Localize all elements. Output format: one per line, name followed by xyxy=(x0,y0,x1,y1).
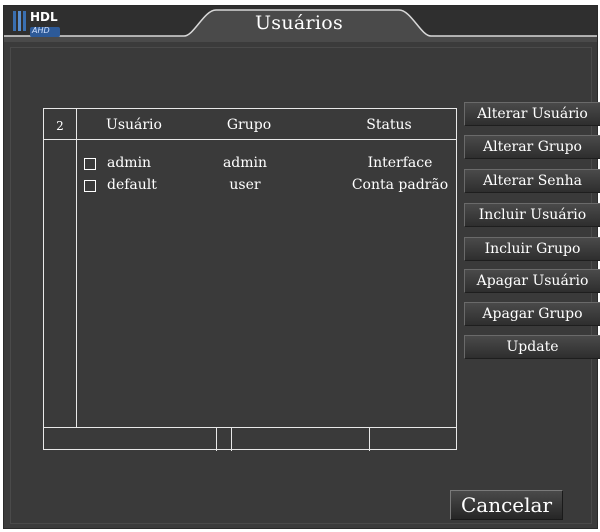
users-dialog: HDL AHD Usuários 2 Usuário Grupo Status … xyxy=(3,5,600,529)
table-row[interactable]: admin admin Interface xyxy=(80,155,450,175)
cancel-button[interactable]: Cancelar xyxy=(450,490,563,520)
row-checkbox[interactable] xyxy=(84,180,96,192)
index-column-divider xyxy=(76,109,77,427)
header-group[interactable]: Grupo xyxy=(199,117,299,133)
alter-user-button[interactable]: Alterar Usuário xyxy=(464,102,600,126)
header-status[interactable]: Status xyxy=(334,117,444,133)
header-divider xyxy=(44,139,456,140)
table-row[interactable]: default user Conta padrão xyxy=(80,177,450,197)
alter-group-button[interactable]: Alterar Grupo xyxy=(464,135,600,159)
logo-subtext: AHD xyxy=(32,26,50,35)
header-user[interactable]: Usuário xyxy=(94,117,174,133)
row-group: admin xyxy=(222,155,268,171)
delete-user-button[interactable]: Apagar Usuário xyxy=(464,269,600,293)
update-button[interactable]: Update xyxy=(464,335,600,359)
add-group-button[interactable]: Incluir Grupo xyxy=(464,237,600,261)
row-status: Conta padrão xyxy=(351,177,449,193)
row-status: Interface xyxy=(367,155,433,171)
window-title: Usuários xyxy=(254,12,344,34)
row-user: default xyxy=(107,177,157,193)
row-group: user xyxy=(229,177,261,193)
footer-divider-2 xyxy=(231,427,232,451)
row-checkbox[interactable] xyxy=(84,158,96,170)
add-user-button[interactable]: Incluir Usuário xyxy=(464,203,600,227)
footer-divider-1 xyxy=(216,427,217,451)
title-bar: HDL AHD Usuários xyxy=(4,6,597,42)
hdl-logo: HDL AHD xyxy=(13,9,103,39)
logo-text: HDL xyxy=(30,10,58,24)
users-table: 2 Usuário Grupo Status admin admin Inter… xyxy=(43,108,457,451)
header-index: 2 xyxy=(56,119,64,133)
delete-group-button[interactable]: Apagar Grupo xyxy=(464,302,600,326)
footer-divider xyxy=(44,427,456,428)
footer-divider-3 xyxy=(369,427,370,451)
row-user: admin xyxy=(107,155,152,171)
alter-password-button[interactable]: Alterar Senha xyxy=(464,169,600,193)
